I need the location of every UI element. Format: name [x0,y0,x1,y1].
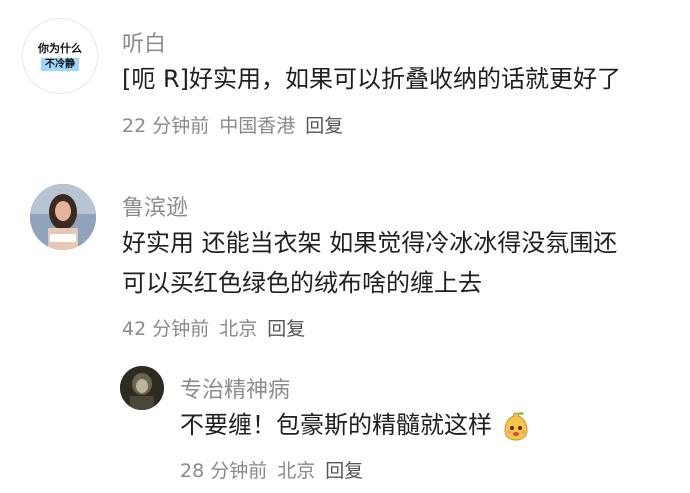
avatar[interactable]: 你为什么 不冷静 [22,18,98,94]
comment-text: 不要缠！包豪斯的精髓就这样 [180,411,492,439]
comment-text-line-1: 不要缠！包豪斯的精髓就这样 [180,404,532,446]
pear-face-emoji-icon [504,412,528,441]
reply-button[interactable]: 回复 [267,314,305,341]
location: 北京 [219,318,258,340]
username[interactable]: 专治精神病 [180,372,290,404]
comment-text-line-1: 好实用 还能当衣架 如果觉得冷冰冰得没氛围还 [122,229,618,257]
avatar-text-line1: 你为什么 [38,41,82,55]
timestamp: 22 分钟前 [122,115,210,137]
comment-thread: 你为什么 不冷静 听白 [呃 R]好实用，如果可以折叠收纳的话就更好了 22 分… [0,0,690,493]
comment-text-line-1: [呃 R]好实用，如果可以折叠收纳的话就更好了 [122,65,622,93]
avatar-photo-icon [120,366,164,410]
comment-meta: 42 分钟前 北京 回复 [122,314,305,341]
avatar[interactable] [30,184,96,250]
reply-button[interactable]: 回复 [325,456,363,483]
username[interactable]: 听白 [122,26,166,58]
comment-meta: 28 分钟前 北京 回复 [180,456,363,483]
avatar-photo-icon [30,184,96,250]
location: 中国香港 [219,115,296,137]
location: 北京 [277,460,316,482]
comment-text-line-2: 可以买红色绿色的绒布啥的缠上去 [122,269,482,297]
avatar-text-line2: 不冷静 [41,57,79,71]
reply-button[interactable]: 回复 [305,111,343,138]
timestamp: 28 分钟前 [180,460,268,482]
avatar[interactable] [120,366,164,410]
username[interactable]: 鲁滨逊 [122,190,188,222]
timestamp: 42 分钟前 [122,318,210,340]
comment-meta: 22 分钟前 中国香港 回复 [122,111,343,138]
